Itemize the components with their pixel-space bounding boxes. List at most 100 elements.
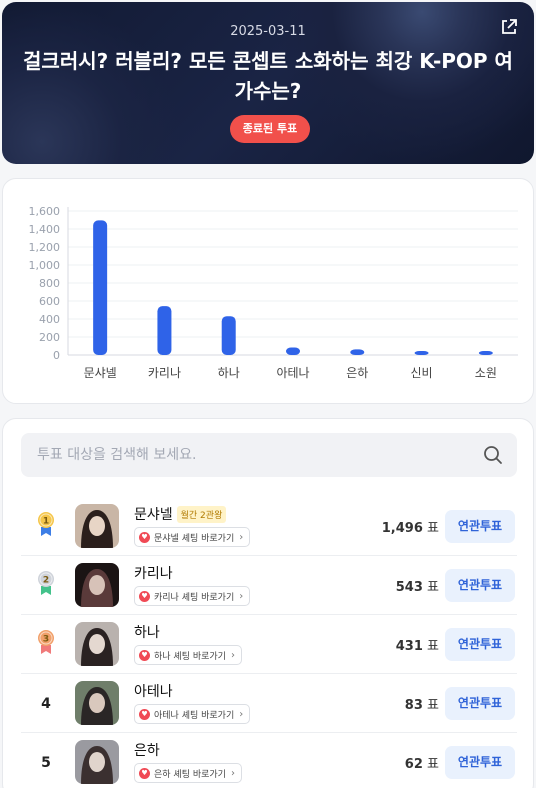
candidate-name-line: 아테나: [134, 682, 173, 700]
vote-count-number: 431: [395, 639, 423, 654]
candidate-list-panel: 1 문샤넬 월간 2관왕 ♥ 문샤넬 셰팅 바로가기 › 1,496 표 연관투…: [2, 418, 534, 788]
heart-icon: ♥: [139, 708, 150, 720]
candidate-name: 하나: [134, 625, 160, 641]
monthly-title-badge: 월간 2관왕: [176, 505, 227, 523]
heart-icon: ♥: [139, 767, 150, 779]
candidate-name-line: 카리나: [134, 564, 173, 582]
candidate-avatar[interactable]: [75, 622, 119, 666]
fan-page-link[interactable]: ♥ 하나 셰팅 바로가기 ›: [134, 645, 242, 665]
related-vote-button[interactable]: 연관투표: [445, 687, 515, 720]
candidate-avatar[interactable]: [75, 740, 119, 784]
y-tick-label: 400: [39, 313, 60, 326]
chevron-right-icon: ›: [230, 767, 235, 779]
vote-count-number: 83: [404, 698, 423, 713]
bar-4: [350, 349, 365, 355]
search-icon[interactable]: [483, 445, 503, 465]
x-tick-label: 소원: [475, 366, 497, 380]
y-tick-label: 1,000: [29, 259, 61, 272]
fan-page-link-label: 하나 셰팅 바로가기: [154, 651, 226, 662]
medal-rank-number: 1: [43, 517, 49, 527]
vote-bar-chart: 0 200 400 600 800 1,000 1,200 1,400 1,600 문샤넬 카리나 하…: [2, 178, 534, 404]
vote-count-unit: 표: [427, 580, 439, 595]
vote-title: 걸크러시? 러블리? 모든 콘셉트 소화하는 최강 K-POP 여가수는?: [23, 49, 513, 103]
y-tick-label: 600: [39, 295, 60, 308]
heart-icon: ♥: [139, 590, 150, 602]
candidate-name: 문샤넬: [134, 507, 173, 523]
fan-page-link[interactable]: ♥ 문샤넬 셰팅 바로가기 ›: [134, 527, 251, 547]
vote-count: 1,496 표: [382, 517, 439, 536]
y-tick-label: 800: [39, 277, 60, 290]
medal-rank-number: 3: [43, 635, 49, 645]
x-tick-label: 신비: [411, 366, 433, 380]
vote-hero-banner: 2025-03-11 걸크러시? 러블리? 모든 콘셉트 소화하는 최강 K-P…: [2, 2, 534, 164]
candidate-name: 카리나: [134, 566, 173, 582]
bronze-medal-icon: 3: [38, 630, 54, 654]
bar-5: [414, 351, 429, 355]
y-tick-label: 1,200: [29, 241, 61, 254]
x-tick-label: 카리나: [148, 366, 181, 380]
candidate-row: 2 카리나 ♥ 카리나 셰팅 바로가기 › 543 표 연관투표: [21, 556, 517, 615]
rank-number: 5: [41, 755, 51, 771]
y-tick-label: 1,600: [29, 205, 61, 218]
vote-count: 83 표: [405, 694, 439, 713]
vote-date: 2025-03-11: [230, 24, 306, 39]
x-tick-label: 아테나: [276, 366, 309, 380]
fan-page-link-label: 아테나 셰팅 바로가기: [154, 710, 235, 721]
fan-page-link[interactable]: ♥ 카리나 셰팅 바로가기 ›: [134, 586, 251, 606]
vote-status-badge: 종료된 투표: [230, 115, 310, 143]
fan-page-link-label: 문샤넬 셰팅 바로가기: [154, 533, 235, 544]
vote-count: 62 표: [405, 753, 439, 772]
candidate-name: 아테나: [134, 684, 173, 700]
search-box: [21, 433, 517, 477]
vote-count-unit: 표: [427, 639, 439, 654]
related-vote-button[interactable]: 연관투표: [445, 746, 515, 779]
candidate-row: 3 하나 ♥ 하나 셰팅 바로가기 › 431 표 연관투표: [21, 615, 517, 674]
bar-1: [157, 306, 172, 355]
heart-icon: ♥: [139, 649, 150, 661]
candidate-name-line: 하나: [134, 623, 160, 641]
silver-medal-icon: 2: [38, 571, 54, 595]
vote-count-unit: 표: [427, 698, 439, 713]
candidate-row: 5 은하 ♥ 은하 셰팅 바로가기 › 62 표 연관투표: [21, 733, 517, 788]
chevron-right-icon: ›: [239, 590, 244, 602]
candidate-avatar[interactable]: [75, 681, 119, 725]
candidate-row: 1 문샤넬 월간 2관왕 ♥ 문샤넬 셰팅 바로가기 › 1,496 표 연관투…: [21, 497, 517, 556]
x-tick-label: 문샤넬: [84, 366, 117, 380]
bar-6: [478, 351, 493, 355]
bar-0: [93, 220, 108, 355]
bar-2: [221, 316, 236, 355]
related-vote-button[interactable]: 연관투표: [445, 569, 515, 602]
chevron-right-icon: ›: [230, 649, 235, 661]
heart-icon: ♥: [139, 531, 150, 543]
chevron-right-icon: ›: [239, 531, 244, 543]
chevron-right-icon: ›: [239, 708, 244, 720]
vote-count-unit: 표: [427, 757, 439, 772]
vote-count: 431 표: [396, 635, 439, 654]
bar-chart-svg: 0 200 400 600 800 1,000 1,200 1,400 1,600 문샤넬 카리나 하…: [29, 205, 518, 380]
vote-count-number: 1,496: [381, 521, 423, 536]
medal-rank-number: 2: [43, 576, 49, 586]
candidate-name-line: 은하: [134, 741, 160, 759]
fan-page-link[interactable]: ♥ 아테나 셰팅 바로가기 ›: [134, 704, 251, 724]
search-input[interactable]: [21, 433, 481, 477]
fan-page-link-label: 카리나 셰팅 바로가기: [154, 592, 235, 603]
vote-count-number: 543: [395, 580, 423, 595]
fan-page-link[interactable]: ♥ 은하 셰팅 바로가기 ›: [134, 763, 242, 783]
x-tick-label: 하나: [218, 366, 240, 380]
vote-result-page: 2025-03-11 걸크러시? 러블리? 모든 콘셉트 소화하는 최강 K-P…: [0, 0, 536, 788]
y-tick-label: 200: [39, 331, 60, 344]
vote-count-unit: 표: [427, 521, 439, 536]
candidate-avatar[interactable]: [75, 504, 119, 548]
bar-3: [286, 347, 300, 355]
candidate-name: 은하: [134, 743, 160, 759]
x-tick-label: 은하: [346, 366, 368, 380]
y-tick-label: 1,400: [29, 223, 61, 236]
candidate-name-line: 문샤넬 월간 2관왕: [134, 505, 227, 523]
candidate-row: 4 아테나 ♥ 아테나 셰팅 바로가기 › 83 표 연관투표: [21, 674, 517, 733]
candidate-avatar[interactable]: [75, 563, 119, 607]
related-vote-button[interactable]: 연관투표: [445, 510, 515, 543]
related-vote-button[interactable]: 연관투표: [445, 628, 515, 661]
share-icon[interactable]: [500, 18, 518, 36]
gold-medal-icon: 1: [38, 512, 54, 536]
rank-number: 4: [41, 696, 51, 712]
